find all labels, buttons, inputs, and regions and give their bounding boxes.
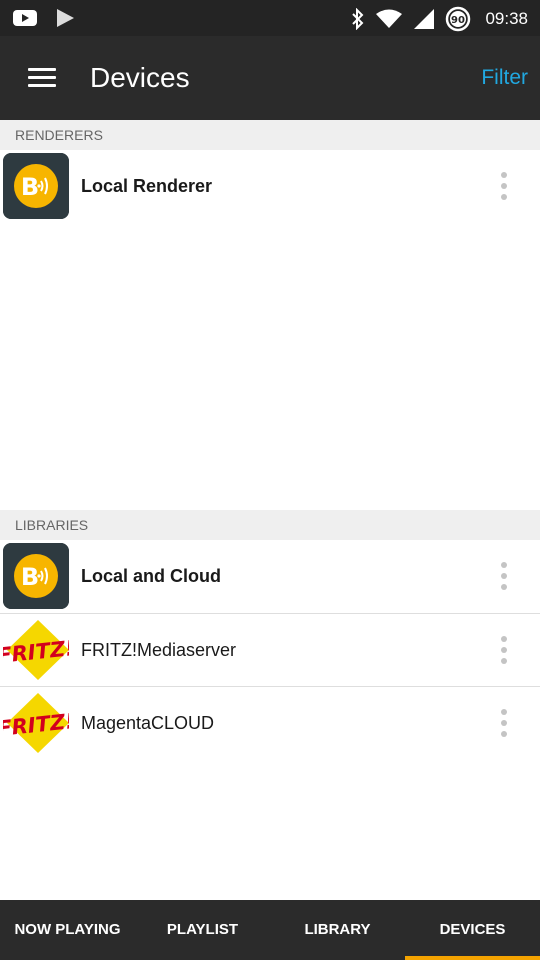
status-bar: 90 09:38 (0, 0, 540, 36)
page-title: Devices (90, 62, 190, 93)
bluetooth-icon (352, 8, 364, 30)
svg-text:FRITZ!: FRITZ! (3, 709, 69, 741)
device-row-local-and-cloud[interactable]: B Local and Cloud (0, 540, 540, 614)
more-vert-icon[interactable] (496, 170, 512, 202)
device-row-local-renderer[interactable]: B Local Renderer (0, 150, 540, 224)
wifi-icon (376, 9, 403, 28)
device-name: FRITZ!Mediaserver (81, 640, 237, 660)
svg-text:FRITZ!: FRITZ! (3, 636, 69, 668)
play-store-icon (57, 9, 74, 27)
device-row-fritz-mediaserver[interactable]: FRITZ! FRITZ!Mediaserver (0, 614, 540, 688)
svg-text:B: B (21, 563, 39, 591)
more-vert-icon[interactable] (496, 707, 512, 739)
svg-text:B: B (21, 173, 39, 201)
battery-icon: 90 (446, 6, 471, 32)
fritz-logo: FRITZ! (3, 693, 69, 753)
hamburger-menu-icon[interactable] (22, 62, 62, 94)
bubbleupnp-logo: B (3, 153, 69, 219)
app-toolbar: Devices Filter (0, 36, 540, 120)
signal-icon (414, 9, 435, 29)
tab-devices[interactable]: DEVICES (405, 900, 540, 960)
filter-button[interactable]: Filter (481, 66, 528, 90)
bottom-navigation: NOW PLAYING PLAYLIST LIBRARY DEVICES (0, 900, 540, 960)
device-row-magentacloud[interactable]: FRITZ! MagentaCLOUD (0, 687, 540, 761)
more-vert-icon[interactable] (496, 560, 512, 592)
tab-library[interactable]: LIBRARY (270, 900, 405, 960)
youtube-icon (13, 10, 37, 26)
bubbleupnp-logo: B (3, 543, 69, 609)
section-header-libraries: LIBRARIES (0, 510, 540, 540)
tab-playlist[interactable]: PLAYLIST (135, 900, 270, 960)
tab-now-playing[interactable]: NOW PLAYING (0, 900, 135, 960)
more-vert-icon[interactable] (496, 634, 512, 666)
fritz-logo: FRITZ! (3, 620, 69, 680)
clock: 09:38 (485, 9, 528, 28)
device-name: Local and Cloud (81, 566, 222, 586)
device-name: Local Renderer (81, 176, 213, 196)
device-name: MagentaCLOUD (81, 713, 215, 733)
battery-level: 90 (451, 15, 465, 26)
section-header-renderers: RENDERERS (0, 120, 540, 150)
